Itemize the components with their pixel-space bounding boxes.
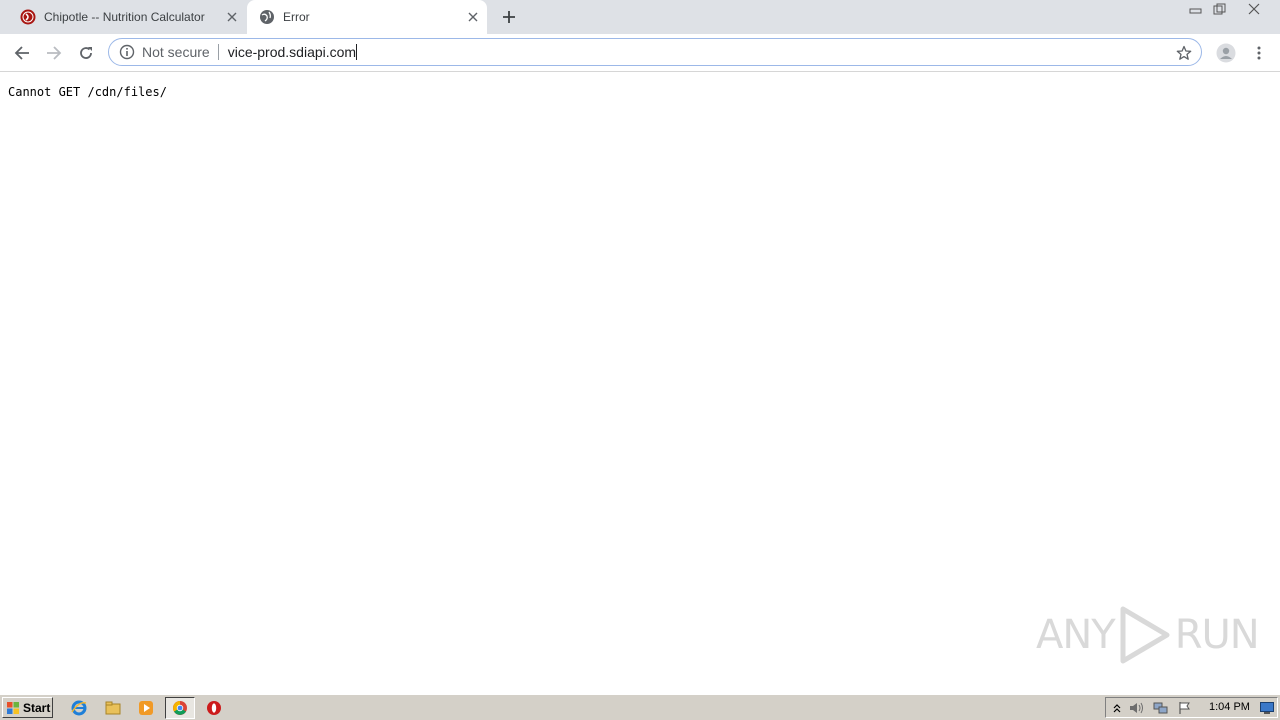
system-tray: 1:04 PM <box>1105 697 1278 718</box>
tab-strip: Chipotle -- Nutrition Calculator Error <box>0 0 1280 34</box>
arrow-right-icon <box>47 46 62 60</box>
taskbar-internet-explorer[interactable] <box>69 698 89 718</box>
bookmark-button[interactable] <box>1175 44 1193 62</box>
tab-close-button[interactable] <box>463 7 483 27</box>
tab-close-button[interactable] <box>222 7 242 27</box>
network-icon <box>1153 702 1168 714</box>
windows-logo-icon <box>7 701 19 714</box>
action-center-button[interactable] <box>1177 700 1193 716</box>
media-player-icon <box>139 701 153 715</box>
restore-button[interactable] <box>1208 0 1232 18</box>
star-icon <box>1176 45 1192 60</box>
profile-button[interactable] <box>1212 39 1240 67</box>
watermark-text-right: RUN <box>1174 612 1260 658</box>
close-window-button[interactable] <box>1242 0 1266 18</box>
close-icon <box>1248 3 1260 15</box>
anyrun-watermark: ANY RUN <box>1036 605 1260 665</box>
minimize-button[interactable] <box>1184 0 1208 18</box>
arrow-left-icon <box>14 46 29 60</box>
volume-button[interactable] <box>1129 700 1145 716</box>
restore-icon <box>1213 3 1226 15</box>
folder-icon <box>105 701 121 715</box>
taskbar-media-player[interactable] <box>136 698 156 718</box>
play-logo-icon <box>1120 606 1170 664</box>
start-button[interactable]: Start <box>2 697 53 718</box>
tab-title: Error <box>283 10 310 24</box>
flag-icon <box>1179 702 1190 714</box>
watermark-text-left: ANY <box>1036 612 1116 658</box>
show-desktop-button[interactable] <box>1259 700 1275 716</box>
plus-icon <box>503 11 515 23</box>
tab-title: Chipotle -- Nutrition Calculator <box>44 10 205 24</box>
info-icon[interactable] <box>119 44 135 60</box>
error-message: Cannot GET /cdn/files/ <box>8 85 167 99</box>
show-hidden-icons-button[interactable] <box>1109 700 1125 716</box>
taskbar-chrome[interactable] <box>165 697 195 719</box>
chevron-up-icon <box>1113 704 1121 713</box>
desktop-icon <box>1260 702 1274 714</box>
start-label: Start <box>23 700 51 715</box>
back-button[interactable] <box>8 39 36 67</box>
internet-explorer-icon <box>71 700 87 716</box>
close-icon <box>468 12 478 22</box>
browser-toolbar: Not secure vice-prod.sdiapi.com <box>0 34 1280 72</box>
reload-button[interactable] <box>72 39 100 67</box>
taskbar-opera[interactable] <box>204 698 224 718</box>
minimize-icon <box>1189 8 1202 14</box>
reload-icon <box>80 47 92 59</box>
security-label[interactable]: Not secure <box>142 44 210 60</box>
speaker-icon <box>1130 702 1143 714</box>
new-tab-button[interactable] <box>498 6 520 28</box>
close-icon <box>227 12 237 22</box>
clock[interactable]: 1:04 PM <box>1209 701 1250 713</box>
chrome-icon <box>173 701 187 715</box>
kebab-menu-icon <box>1257 46 1261 60</box>
tab-error[interactable]: Error <box>247 0 487 34</box>
divider <box>217 44 219 60</box>
text-caret <box>356 44 358 60</box>
taskbar: Start 1:04 PM <box>0 694 1280 720</box>
menu-button[interactable] <box>1245 39 1273 67</box>
globe-icon <box>260 10 274 24</box>
taskbar-file-explorer[interactable] <box>103 698 123 718</box>
chipotle-logo-icon <box>20 9 36 25</box>
url-text[interactable]: vice-prod.sdiapi.com <box>228 44 356 60</box>
network-button[interactable] <box>1153 700 1169 716</box>
tab-chipotle[interactable]: Chipotle -- Nutrition Calculator <box>8 0 246 34</box>
avatar-icon <box>1216 43 1236 63</box>
page-content: Cannot GET /cdn/files/ <box>0 72 1280 692</box>
opera-icon <box>207 701 221 715</box>
forward-button[interactable] <box>40 39 68 67</box>
address-bar[interactable]: Not secure vice-prod.sdiapi.com <box>108 38 1202 66</box>
